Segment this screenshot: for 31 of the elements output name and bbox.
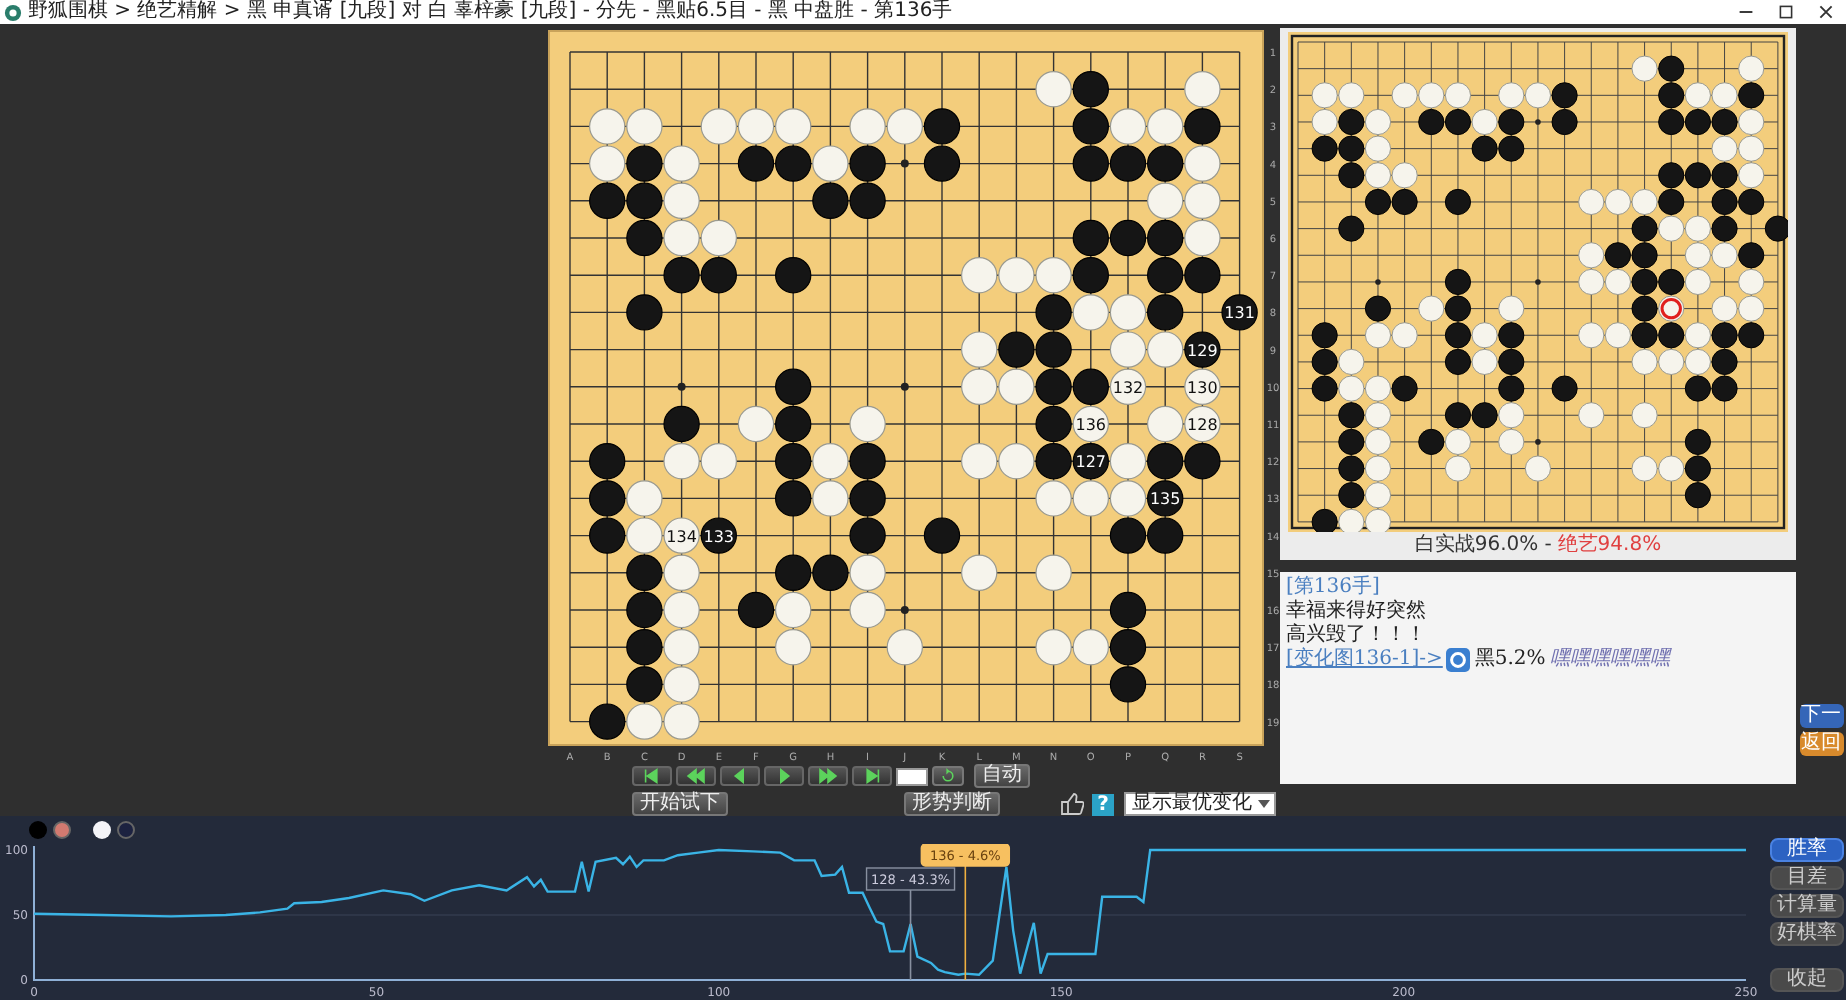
numbered-stone: 132	[1109, 368, 1147, 405]
chart-tab[interactable]: 计算量	[1770, 894, 1844, 918]
separator-text: -	[1544, 532, 1552, 560]
variation-select[interactable]: 显示最优变化	[1124, 792, 1276, 816]
try-button[interactable]: 开始试下	[632, 792, 728, 816]
numbered-stone: 136	[1072, 405, 1109, 443]
chart-tab[interactable]: 好棋率	[1770, 922, 1844, 946]
collapse-button[interactable]: 收起	[1770, 968, 1844, 992]
comment-line: 高兴毁了！！！	[1286, 624, 1426, 647]
variation-link[interactable]: [变化图136-1]->	[1286, 648, 1443, 672]
window-title: 野狐围棋 > 绝艺精解 > 黑 申真谞 [九段] 对 白 辜梓豪 [九段] - 分先 - 黑贴6.5目 - 黑 中盘胜 - 第136手	[28, 0, 953, 24]
chart-tab[interactable]: 胜率	[1770, 838, 1844, 862]
ai-rate-text: 绝艺94.8%	[1557, 532, 1662, 560]
numbered-stone: 130	[1184, 368, 1221, 405]
judge-button[interactable]: 形势判断	[904, 792, 1000, 816]
numbered-stone: 129	[1184, 331, 1221, 368]
numbered-stone: 134	[663, 517, 700, 554]
help-button[interactable]: ?	[1092, 793, 1114, 815]
variation-rate: 黑5.2%	[1474, 648, 1546, 672]
chart-tab[interactable]: 目差	[1770, 866, 1844, 890]
numbered-stone: 128	[1184, 405, 1221, 443]
side-button[interactable]: 下一	[1799, 704, 1843, 728]
move-heading: [第136手]	[1286, 576, 1380, 599]
auto-button[interactable]: 自动	[974, 764, 1030, 788]
numbered-stone: 127	[1072, 443, 1109, 480]
actual-rate-text: 白实战96.0%	[1414, 532, 1539, 560]
numbered-stone: 135	[1147, 480, 1184, 517]
numbered-stone: 131	[1221, 294, 1258, 331]
remark-text: 嘿嘿嘿嘿嘿嘿	[1549, 648, 1670, 672]
numbered-stone: 133	[700, 517, 737, 554]
comment-line: 幸福来得好突然	[1286, 600, 1426, 623]
